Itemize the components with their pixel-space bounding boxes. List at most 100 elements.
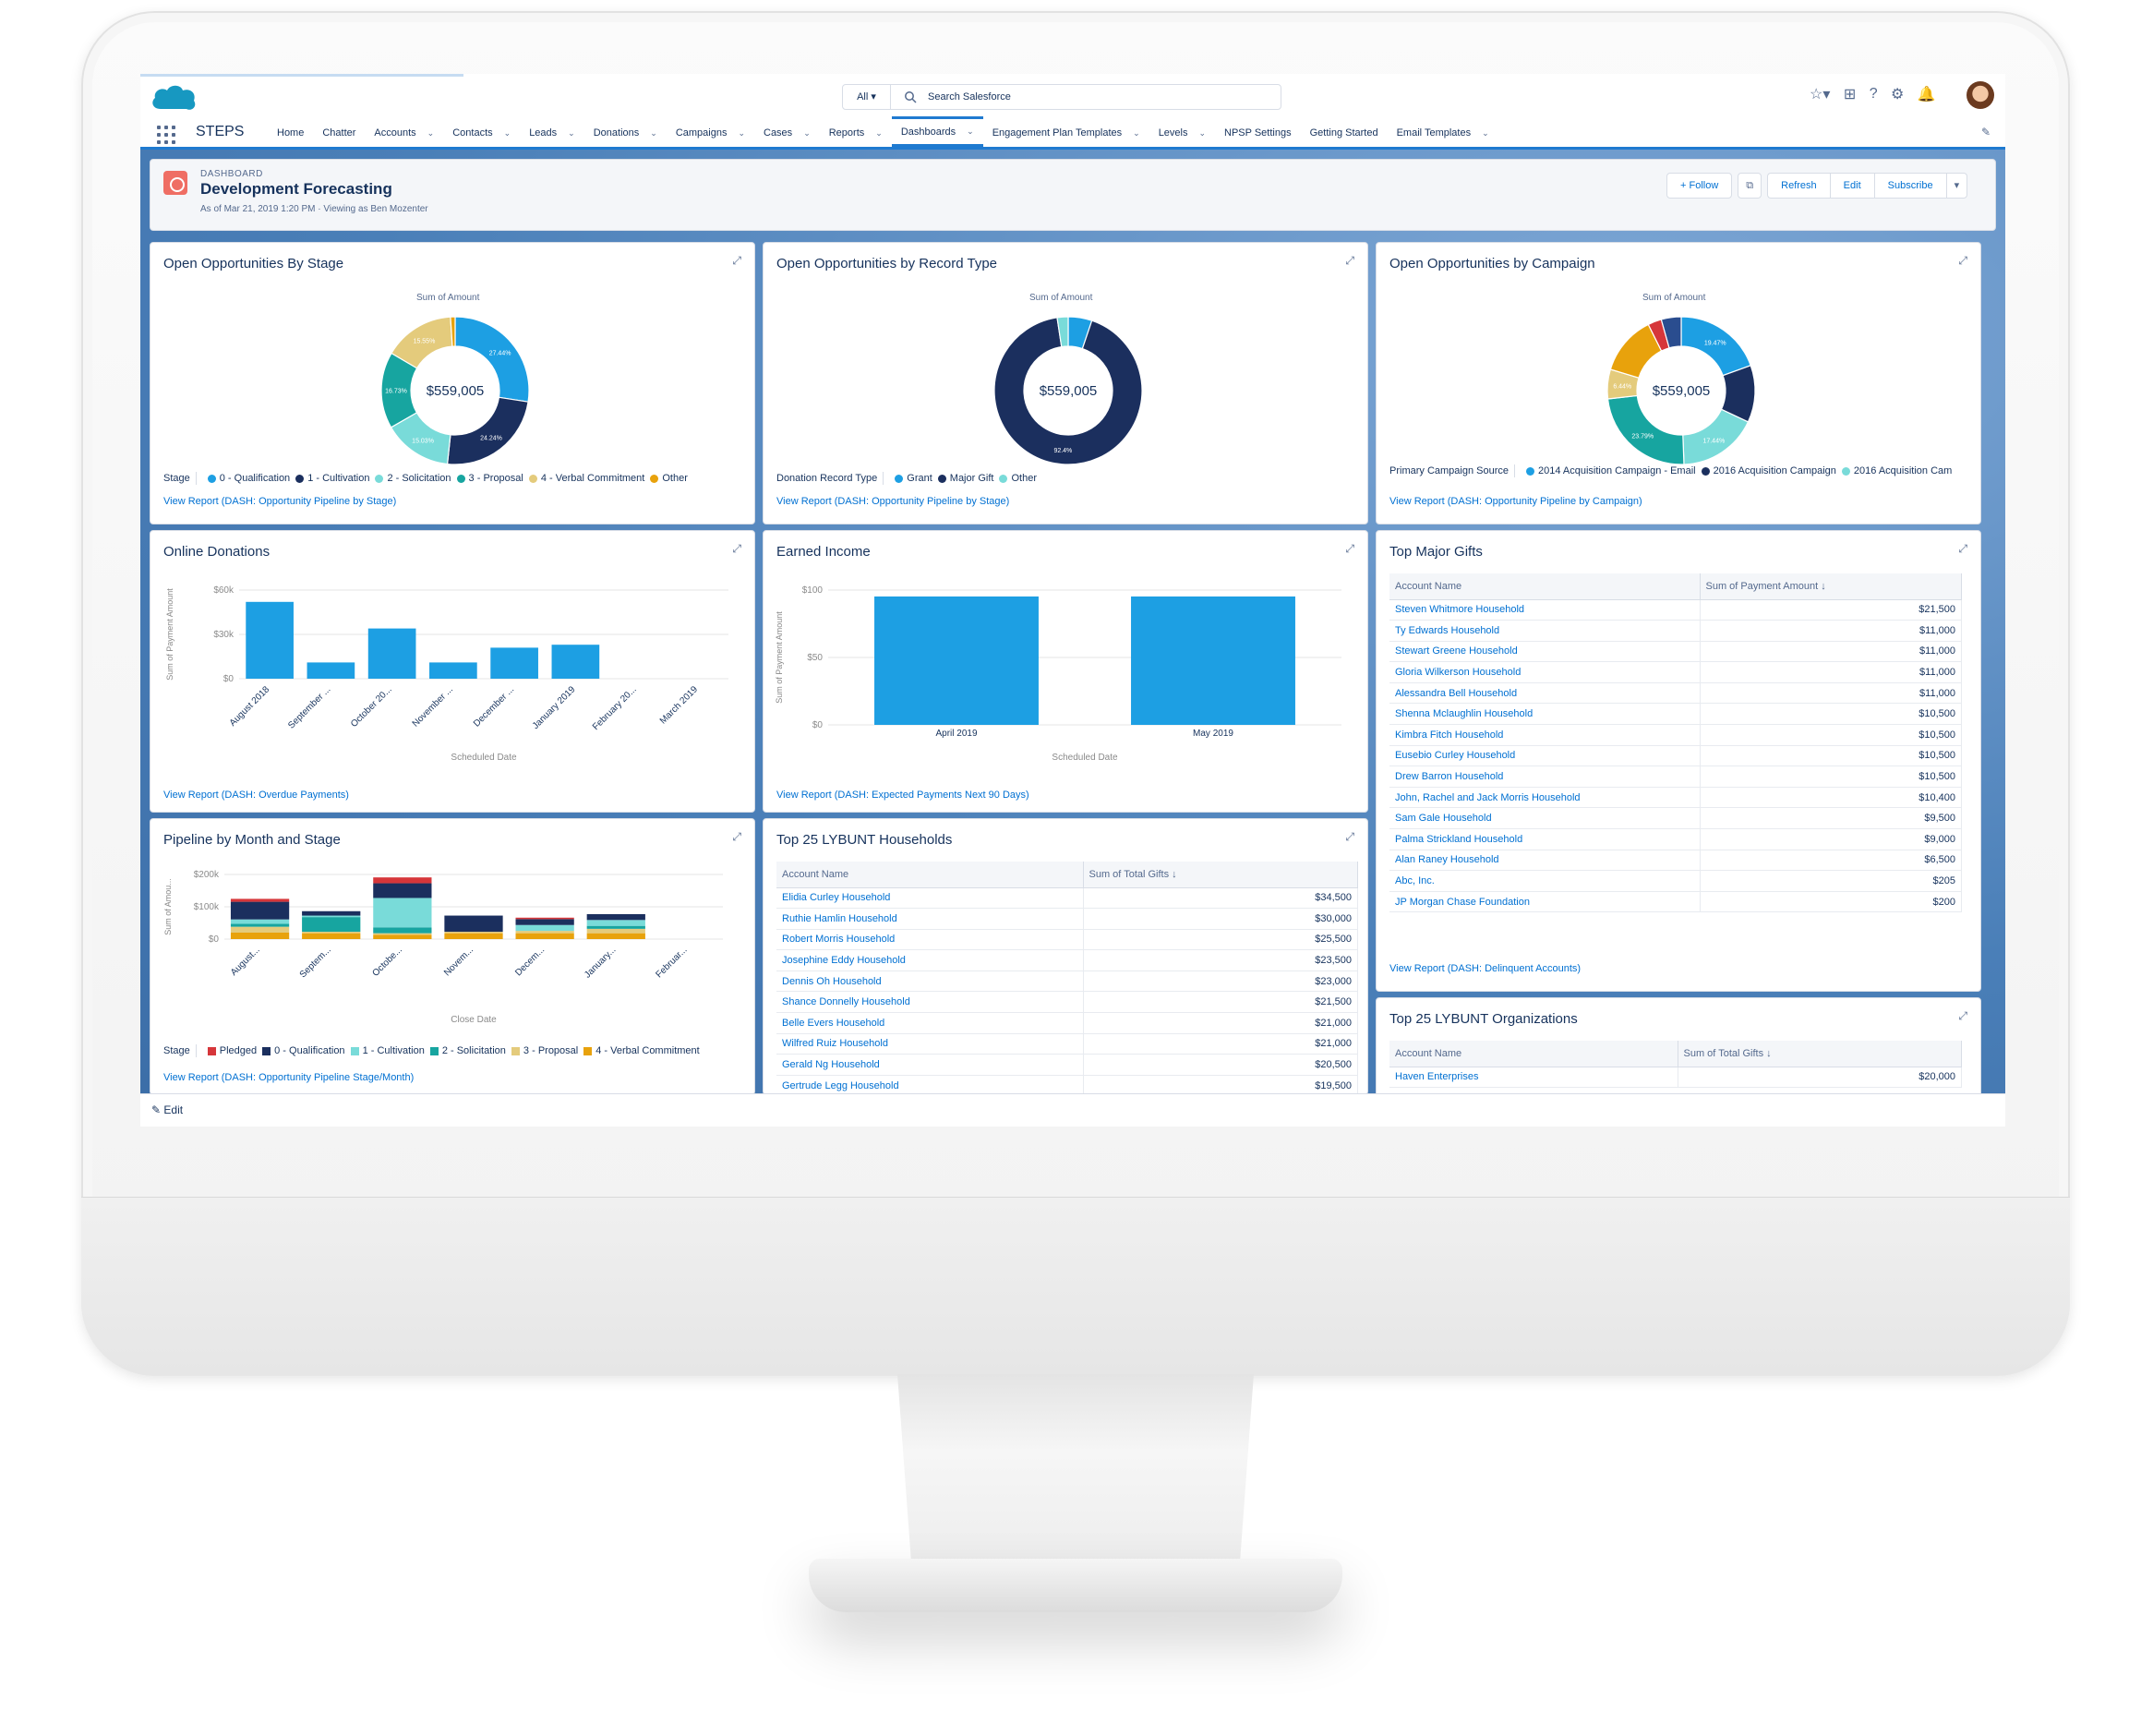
- bar[interactable]: [429, 662, 477, 679]
- search-input[interactable]: Search Salesforce: [928, 85, 1011, 109]
- chevron-down-icon[interactable]: ⌄: [738, 128, 745, 139]
- account-name-link[interactable]: Robert Morris Household: [776, 929, 1084, 951]
- nav-item-contacts[interactable]: Contacts ⌄: [443, 116, 520, 150]
- legend-item[interactable]: 2 - Solicitation: [387, 473, 451, 484]
- legend-item[interactable]: 1 - Cultivation: [307, 473, 369, 484]
- chevron-down-icon[interactable]: ⌄: [504, 128, 511, 139]
- account-name-link[interactable]: Dennis Oh Household: [776, 970, 1084, 993]
- bar-segment[interactable]: [515, 919, 574, 925]
- view-report-link[interactable]: View Report (DASH: Opportunity Pipeline …: [163, 1072, 414, 1083]
- legend-item[interactable]: Other: [662, 473, 688, 484]
- column-header[interactable]: Sum of Total Gifts ↓: [1678, 1041, 1962, 1067]
- bar-segment[interactable]: [586, 920, 645, 926]
- legend-item[interactable]: 2016 Acquisition Campaign: [1714, 465, 1836, 476]
- bar-segment[interactable]: [230, 919, 290, 924]
- bar[interactable]: [551, 645, 600, 679]
- chevron-down-icon[interactable]: ⌄: [875, 128, 883, 139]
- account-name-link[interactable]: Palma Strickland Household: [1389, 828, 1701, 850]
- view-report-link[interactable]: View Report (DASH: Opportunity Pipeline …: [776, 496, 1009, 507]
- bar-segment[interactable]: [373, 877, 432, 884]
- chevron-down-icon[interactable]: ⌄: [568, 128, 575, 139]
- legend-item[interactable]: 1 - Cultivation: [363, 1045, 425, 1056]
- setup-gear-icon[interactable]: ⚙: [1891, 85, 1904, 103]
- expand-icon[interactable]: ⤢: [1345, 830, 1354, 844]
- bar-segment[interactable]: [444, 932, 503, 934]
- bar-segment[interactable]: [302, 933, 361, 939]
- view-report-link[interactable]: View Report (DASH: Opportunity Pipeline …: [1389, 496, 1642, 507]
- column-header[interactable]: Account Name: [1389, 1041, 1678, 1067]
- bar-segment[interactable]: [230, 923, 290, 927]
- expand-icon[interactable]: ⤢: [1345, 254, 1354, 268]
- column-header[interactable]: Account Name: [776, 862, 1084, 888]
- bar-segment[interactable]: [373, 934, 432, 939]
- legend-item[interactable]: 4 - Verbal Commitment: [595, 1045, 699, 1056]
- chevron-down-icon[interactable]: ⌄: [1133, 128, 1140, 139]
- legend-item[interactable]: Major Gift: [950, 473, 994, 484]
- account-name-link[interactable]: Elidia Curley Household: [776, 887, 1084, 910]
- account-name-link[interactable]: Steven Whitmore Household: [1389, 599, 1701, 621]
- more-actions-chevron-down-icon[interactable]: ▾: [1945, 173, 1968, 199]
- bar-segment[interactable]: [373, 898, 432, 928]
- account-name-link[interactable]: Shance Donnelly Household: [776, 991, 1084, 1014]
- bar-segment[interactable]: [230, 898, 290, 902]
- nav-item-campaigns[interactable]: Campaigns ⌄: [667, 116, 754, 150]
- account-name-link[interactable]: Abc, Inc.: [1389, 870, 1701, 892]
- bar-segment[interactable]: [302, 910, 361, 916]
- chevron-down-icon[interactable]: ⌄: [1482, 128, 1489, 139]
- account-name-link[interactable]: Josephine Eddy Household: [776, 949, 1084, 971]
- account-name-link[interactable]: Alan Raney Household: [1389, 850, 1701, 872]
- account-name-link[interactable]: Kimbra Fitch Household: [1389, 724, 1701, 746]
- account-name-link[interactable]: JP Morgan Chase Foundation: [1389, 891, 1701, 913]
- legend-item[interactable]: Pledged: [220, 1045, 257, 1056]
- nav-item-cases[interactable]: Cases ⌄: [754, 116, 820, 150]
- subscribe-button[interactable]: Subscribe: [1873, 173, 1946, 199]
- nav-item-leads[interactable]: Leads ⌄: [520, 116, 584, 150]
- chevron-down-icon[interactable]: ⌄: [803, 128, 811, 139]
- chevron-down-icon[interactable]: ⌄: [650, 128, 657, 139]
- global-search[interactable]: All ▾ Search Salesforce: [842, 84, 1281, 110]
- view-report-link[interactable]: View Report (DASH: Overdue Payments): [163, 790, 349, 801]
- search-scope-select[interactable]: All ▾: [843, 85, 891, 109]
- account-name-link[interactable]: Shenna Mclaughlin Household: [1389, 703, 1701, 726]
- bar-segment[interactable]: [373, 883, 432, 898]
- global-actions-icon[interactable]: ⊞: [1844, 85, 1856, 103]
- bar-segment[interactable]: [586, 928, 645, 934]
- bar-segment[interactable]: [586, 913, 645, 921]
- bar-segment[interactable]: [515, 917, 574, 920]
- account-name-link[interactable]: Sam Gale Household: [1389, 807, 1701, 830]
- app-launcher-icon[interactable]: [157, 126, 175, 144]
- bar[interactable]: [307, 662, 355, 679]
- legend-item[interactable]: 0 - Qualification: [274, 1045, 344, 1056]
- nav-item-getting-started[interactable]: Getting Started: [1301, 116, 1388, 150]
- nav-item-email-templates[interactable]: Email Templates ⌄: [1388, 116, 1498, 150]
- bar-segment[interactable]: [444, 933, 503, 939]
- expand-icon[interactable]: ⤢: [1958, 254, 1967, 268]
- edit-button[interactable]: Edit: [1829, 173, 1874, 199]
- legend-item[interactable]: 4 - Verbal Commitment: [541, 473, 644, 484]
- bar-segment[interactable]: [373, 927, 432, 934]
- legend-item[interactable]: 3 - Proposal: [469, 473, 523, 484]
- legend-item[interactable]: 3 - Proposal: [523, 1045, 578, 1056]
- bar-segment[interactable]: [373, 933, 432, 935]
- expand-icon[interactable]: ⤢: [1345, 542, 1354, 556]
- column-header[interactable]: Sum of Payment Amount ↓: [1700, 573, 1962, 600]
- donut-slice[interactable]: [446, 396, 529, 465]
- account-name-link[interactable]: Wilfred Ruiz Household: [776, 1033, 1084, 1055]
- account-name-link[interactable]: Gertrude Legg Household: [776, 1075, 1084, 1094]
- salesforce-cloud-logo[interactable]: [150, 81, 198, 115]
- bar-segment[interactable]: [586, 933, 645, 939]
- legend-item[interactable]: 2014 Acquisition Campaign - Email: [1538, 465, 1696, 476]
- account-name-link[interactable]: Belle Evers Household: [776, 1012, 1084, 1034]
- legend-item[interactable]: 2 - Solicitation: [442, 1045, 506, 1056]
- bar-segment[interactable]: [302, 917, 361, 933]
- bar-segment[interactable]: [515, 933, 574, 939]
- expand-icon[interactable]: ⤢: [732, 254, 741, 268]
- bar[interactable]: [367, 628, 416, 679]
- view-report-link[interactable]: View Report (DASH: Delinquent Accounts): [1389, 963, 1581, 974]
- bar-segment[interactable]: [515, 931, 574, 934]
- expand-icon[interactable]: ⤢: [732, 542, 741, 556]
- account-name-link[interactable]: Gerald Ng Household: [776, 1054, 1084, 1076]
- account-name-link[interactable]: Ty Edwards Household: [1389, 620, 1701, 642]
- column-header[interactable]: Sum of Total Gifts ↓: [1083, 862, 1358, 888]
- nav-item-home[interactable]: Home: [268, 116, 313, 150]
